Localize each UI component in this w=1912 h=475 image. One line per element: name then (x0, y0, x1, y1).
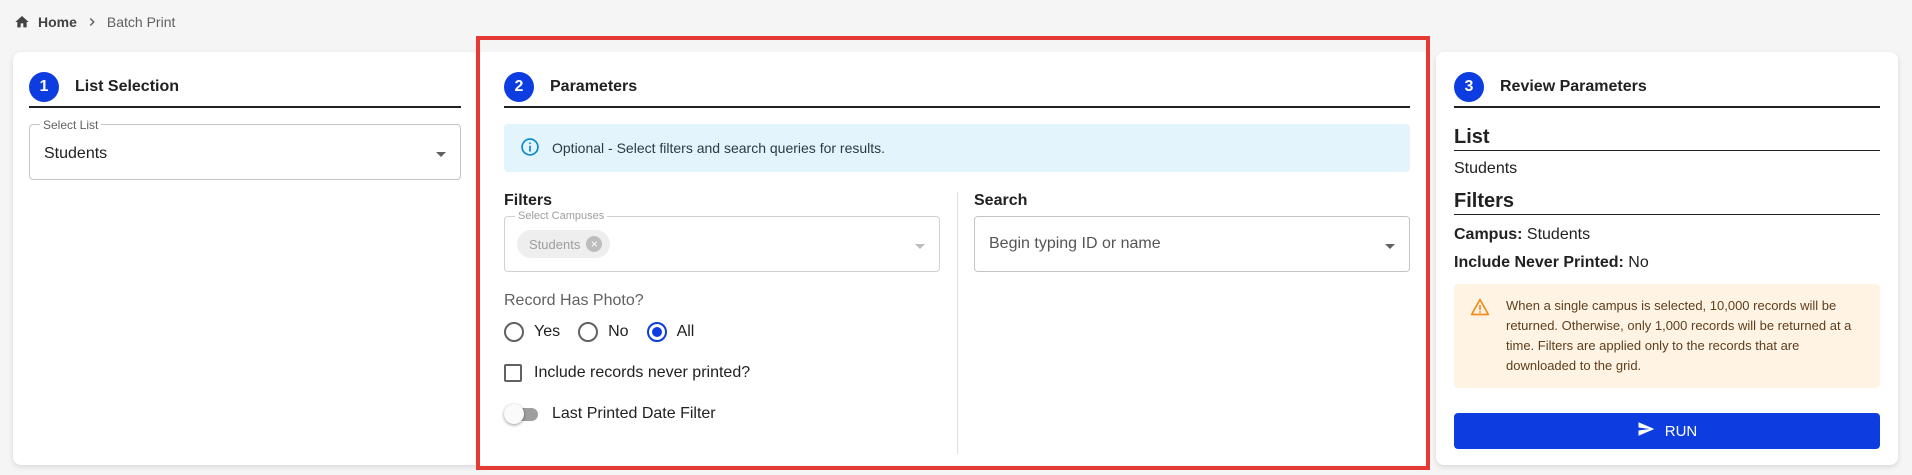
radio-all-circle[interactable] (646, 322, 667, 342)
date-filter-switch-row[interactable]: Last Printed Date Filter (504, 404, 716, 424)
step-3-title: Review Parameters (1500, 78, 1647, 95)
date-filter-toggle[interactable] (504, 404, 538, 424)
select-campuses-label: Select Campuses (515, 210, 608, 222)
breadcrumb: Home Batch Print (14, 14, 175, 30)
toggle-thumb[interactable] (504, 404, 524, 424)
search-input[interactable]: Begin typing ID or name (974, 216, 1410, 272)
review-never-value: No (1628, 254, 1649, 271)
send-icon (1637, 420, 1655, 442)
filters-title: Filters (504, 192, 553, 209)
review-never-label: Include Never Printed: (1454, 254, 1624, 271)
breadcrumb-home[interactable]: Home (38, 14, 77, 30)
date-filter-label: Last Printed Date Filter (552, 405, 716, 422)
campus-chip[interactable]: Students × (517, 230, 611, 258)
step-3-header: 3 Review Parameters (1454, 68, 1880, 108)
review-campus-value: Students (1526, 226, 1591, 243)
parameters-card: 2 Parameters Optional - Select filters a… (470, 52, 1430, 465)
run-button[interactable]: RUN (1454, 413, 1880, 449)
chevron-right-icon (85, 15, 99, 29)
select-list-dropdown[interactable]: Select List Students (29, 118, 461, 180)
radio-no[interactable]: No (578, 322, 629, 342)
review-list-value: Students (1454, 160, 1518, 177)
review-parameters-card: 3 Review Parameters List Students Filter… (1436, 52, 1898, 465)
photo-radio-group: Yes No All (504, 322, 694, 342)
step-1-title: List Selection (75, 78, 180, 95)
step-2-header: 2 Parameters (504, 68, 1410, 108)
column-divider (957, 192, 958, 454)
warning-text: When a single campus is selected, 10,000… (1506, 298, 1852, 373)
never-printed-label: Include records never printed? (534, 364, 751, 381)
step-1-number: 1 (29, 72, 59, 102)
home-icon[interactable] (14, 14, 30, 30)
review-campus: Campus: Students (1454, 226, 1590, 244)
select-list-value: Students (44, 145, 108, 162)
never-printed-checkbox[interactable] (504, 364, 522, 382)
breadcrumb-current: Batch Print (106, 14, 176, 30)
warning-icon (1470, 297, 1492, 376)
review-filters-heading: Filters (1454, 190, 1880, 215)
radio-no-label: No (608, 323, 629, 340)
run-label: RUN (1664, 422, 1698, 440)
chip-remove-icon[interactable]: × (586, 236, 603, 252)
review-list-heading: List (1454, 126, 1880, 151)
list-selection-card: 1 List Selection Select List Students (13, 52, 481, 465)
step-1-header: 1 List Selection (29, 68, 461, 108)
campus-chip-label: Students (529, 236, 581, 252)
radio-no-circle[interactable] (578, 322, 599, 342)
caret-down-icon[interactable] (1385, 244, 1395, 249)
never-printed-checkbox-row[interactable]: Include records never printed? (504, 364, 750, 382)
review-never-printed: Include Never Printed: No (1454, 254, 1649, 272)
info-alert-text: Optional - Select filters and search que… (552, 140, 886, 156)
review-campus-label: Campus: (1454, 226, 1523, 243)
step-2-title: Parameters (550, 78, 638, 95)
search-title: Search (974, 192, 1028, 209)
search-placeholder: Begin typing ID or name (989, 235, 1161, 252)
select-campuses-dropdown[interactable]: Select Campuses Students × (504, 210, 940, 272)
step-3-number: 3 (1454, 72, 1484, 102)
select-list-label: Select List (40, 118, 102, 132)
radio-all-label: All (676, 323, 695, 340)
photo-label: Record Has Photo? (504, 292, 644, 309)
info-alert: Optional - Select filters and search que… (504, 124, 1410, 172)
caret-down-icon[interactable] (915, 244, 925, 249)
radio-yes[interactable]: Yes (504, 322, 560, 342)
radio-all[interactable]: All (646, 322, 695, 342)
caret-down-icon[interactable] (436, 152, 446, 157)
radio-yes-circle[interactable] (504, 322, 524, 342)
info-icon (520, 137, 540, 160)
radio-yes-label: Yes (534, 323, 561, 340)
step-2-number: 2 (504, 72, 534, 102)
warning-alert: When a single campus is selected, 10,000… (1454, 284, 1880, 388)
